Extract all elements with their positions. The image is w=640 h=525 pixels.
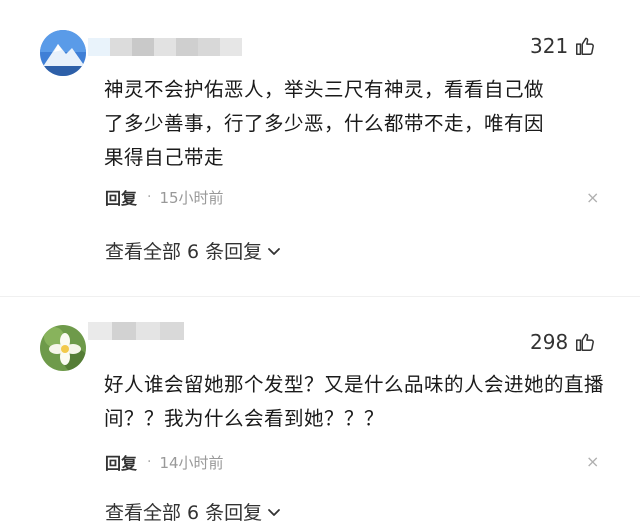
avatar[interactable]: [40, 30, 86, 76]
username-blurred: [88, 322, 184, 340]
comment-meta: 回复 · 14小时前: [105, 450, 224, 474]
like-count: 298: [530, 330, 569, 354]
like-button[interactable]: 321: [530, 34, 596, 58]
thumbs-up-icon: [576, 333, 595, 351]
username-blurred: [88, 38, 242, 56]
comment-meta: 回复 · 15小时前: [105, 185, 224, 209]
thumbs-up-icon: [576, 37, 595, 55]
comment-text: 神灵不会护佑恶人，举头三尺有神灵，看看自己做了多少善事，行了多少恶，什么都带不走…: [104, 78, 545, 169]
reply-button[interactable]: 回复: [105, 450, 137, 474]
comment-time: 14小时前: [159, 453, 224, 472]
avatar-flower-image: [40, 325, 86, 371]
like-button[interactable]: 298: [530, 330, 596, 354]
view-all-replies-button[interactable]: 查看全部 6 条回复: [105, 498, 282, 525]
comment-time: 15小时前: [159, 188, 224, 207]
close-icon[interactable]: ×: [586, 188, 599, 207]
close-icon[interactable]: ×: [586, 452, 599, 471]
view-all-replies-label: 查看全部 6 条回复: [105, 502, 263, 524]
avatar[interactable]: [40, 325, 86, 371]
chevron-down-icon: [268, 247, 281, 255]
comment-divider: [0, 296, 640, 297]
view-all-replies-label: 查看全部 6 条回复: [105, 241, 263, 263]
view-all-replies-button[interactable]: 查看全部 6 条回复: [105, 237, 282, 264]
chevron-down-icon: [268, 508, 281, 516]
meta-separator: ·: [147, 189, 152, 205]
avatar-mountain-image: [40, 30, 86, 76]
comment-text: 好人谁会留她那个发型？又是什么品味的人会进她的直播间？？我为什么会看到她？？？: [104, 373, 605, 430]
meta-separator: ·: [147, 454, 152, 470]
like-count: 321: [530, 34, 569, 58]
reply-button[interactable]: 回复: [105, 185, 137, 209]
